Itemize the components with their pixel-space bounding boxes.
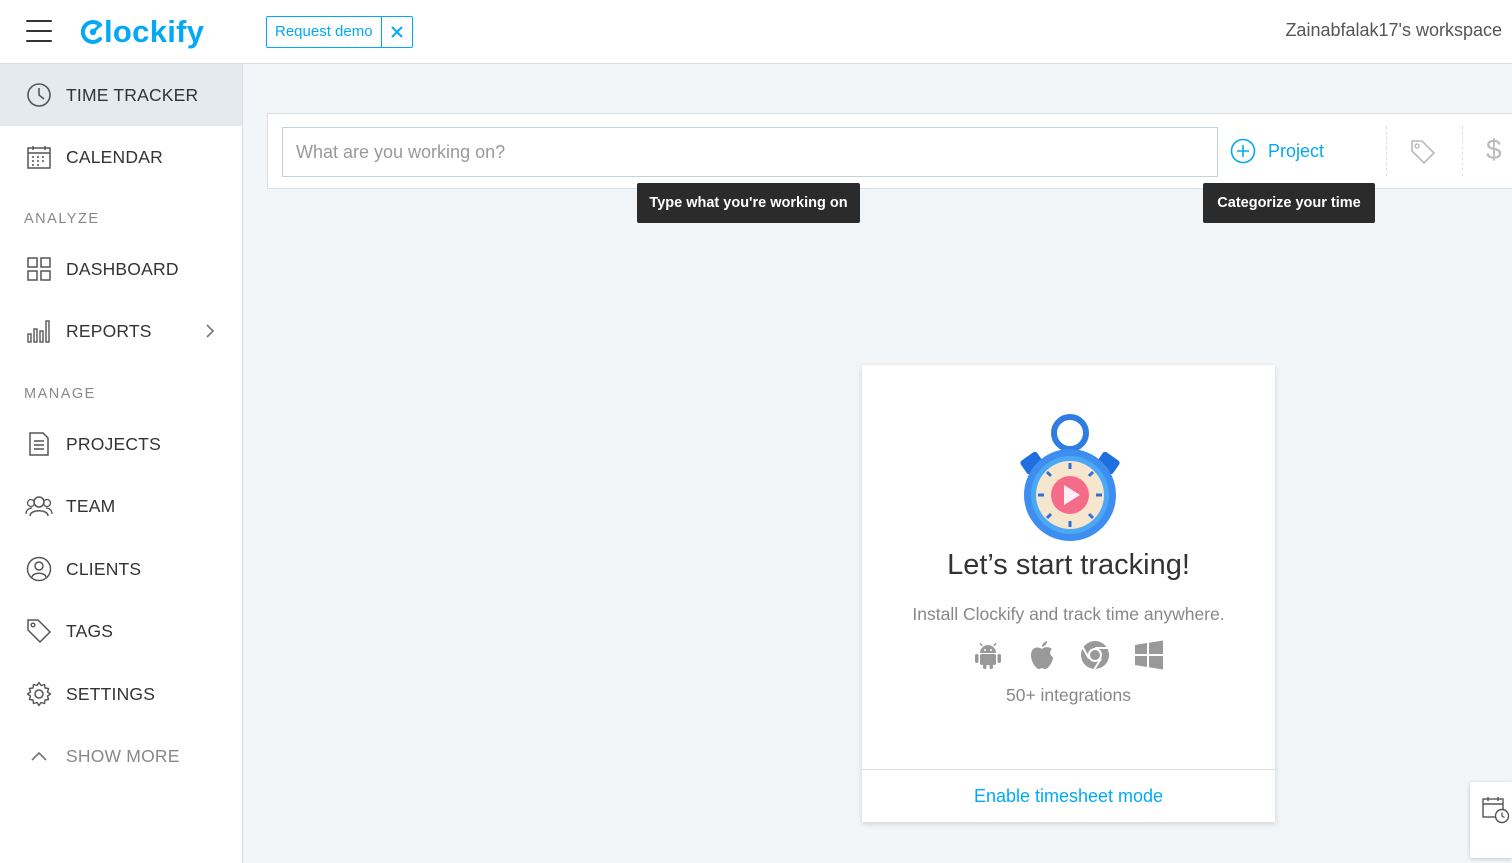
chrome-icon[interactable] (1079, 639, 1111, 671)
card-subtitle: Install Clockify and track time anywhere… (912, 604, 1225, 624)
section-label-analyze: ANALYZE (24, 211, 100, 227)
sidebar-item-label: DASHBOARD (66, 258, 179, 279)
project-label: Project (1268, 140, 1325, 161)
divider (1462, 126, 1463, 176)
sidebar: TIME TRACKER CALENDAR ANALYZE DASHBOARD … (0, 64, 243, 863)
clock-icon (25, 81, 53, 109)
chevron-right-icon (206, 324, 215, 338)
top-bar: lockify Request demo Zainabfalak17's wor… (0, 0, 1512, 64)
sidebar-item-label: CALENDAR (66, 146, 163, 167)
sidebar-item-label: TIME TRACKER (66, 84, 199, 105)
sidebar-item-time-tracker[interactable]: TIME TRACKER (0, 64, 242, 126)
sidebar-item-label: CLIENTS (66, 558, 142, 579)
apple-icon[interactable] (1026, 639, 1058, 671)
description-input[interactable] (282, 127, 1218, 177)
time-tracker-bar: Project $ (267, 113, 1512, 189)
request-demo-group: Request demo (266, 16, 413, 48)
integrations-link[interactable]: 50+ integrations (862, 685, 1275, 706)
close-icon[interactable] (382, 17, 412, 47)
plus-circle-icon (1230, 138, 1256, 164)
sidebar-item-calendar[interactable]: CALENDAR (0, 126, 242, 188)
sidebar-item-reports[interactable]: REPORTS (0, 300, 242, 362)
sidebar-item-label: TAGS (66, 620, 114, 641)
calendar-icon (25, 143, 53, 171)
sidebar-item-projects[interactable]: PROJECTS (0, 413, 242, 475)
windows-icon[interactable] (1133, 639, 1165, 671)
billable-dollar-icon[interactable]: $ (1486, 134, 1502, 166)
show-more-toggle[interactable]: SHOW MORE (0, 725, 242, 787)
bar-chart-icon (25, 317, 53, 345)
project-button[interactable]: Project (1230, 138, 1324, 164)
floating-calendar-button[interactable] (1470, 782, 1512, 858)
request-demo-button[interactable]: Request demo (267, 17, 382, 47)
stopwatch-illustration-icon (1020, 414, 1120, 541)
document-icon (25, 430, 53, 458)
divider (1386, 126, 1387, 176)
sidebar-item-tags[interactable]: TAGS (0, 600, 242, 662)
sidebar-item-clients[interactable]: CLIENTS (0, 538, 242, 600)
workspace-selector[interactable]: Zainabfalak17's workspace (1285, 20, 1502, 41)
empty-state-card: Let’s start tracking! Install Clockify a… (862, 365, 1275, 822)
card-title: Let’s start tracking! (947, 549, 1190, 581)
section-label-manage: MANAGE (24, 386, 96, 402)
sidebar-item-dashboard[interactable]: DASHBOARD (0, 238, 242, 300)
sidebar-item-team[interactable]: TEAM (0, 475, 242, 537)
team-icon (25, 492, 53, 520)
sidebar-item-label: TEAM (66, 495, 116, 516)
chevron-up-icon (25, 742, 53, 770)
sidebar-item-label: REPORTS (66, 320, 152, 341)
calendar-clock-icon (1482, 797, 1510, 824)
tooltip-project: Categorize your time (1203, 183, 1375, 223)
dashboard-icon (25, 255, 53, 283)
sidebar-item-settings[interactable]: SETTINGS (0, 663, 242, 725)
gear-icon (25, 680, 53, 708)
hamburger-menu-icon[interactable] (26, 20, 52, 44)
tag-icon (25, 617, 53, 645)
tooltip-description: Type what you're working on (637, 183, 860, 223)
enable-timesheet-mode-link[interactable]: Enable timesheet mode (862, 769, 1275, 822)
logo-text: lockify (104, 14, 205, 49)
tag-icon[interactable] (1409, 138, 1437, 171)
sidebar-item-label: SETTINGS (66, 683, 156, 704)
platform-icons (972, 639, 1165, 671)
clockify-logo[interactable]: lockify (80, 12, 204, 52)
show-more-label: SHOW MORE (66, 745, 180, 766)
sidebar-item-label: PROJECTS (66, 433, 161, 454)
user-circle-icon (25, 555, 53, 583)
android-icon[interactable] (972, 639, 1004, 671)
logo-mark-icon (80, 20, 102, 44)
